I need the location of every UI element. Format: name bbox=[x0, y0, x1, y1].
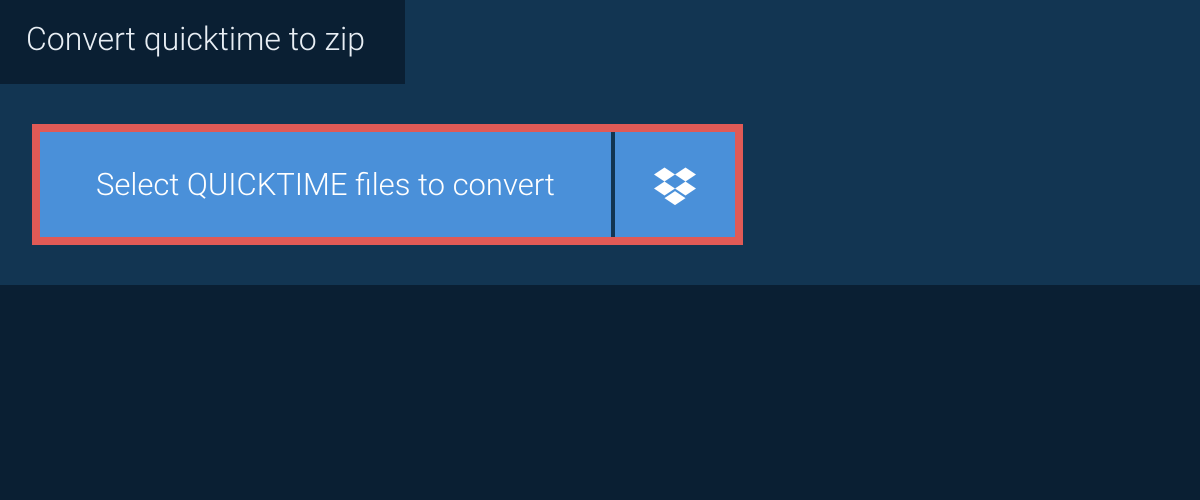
dropbox-button[interactable] bbox=[615, 132, 735, 237]
page-title: Convert quicktime to zip bbox=[0, 0, 405, 84]
select-files-label: Select QUICKTIME files to convert bbox=[96, 166, 555, 203]
main-panel: Convert quicktime to zip Select QUICKTIM… bbox=[0, 0, 1200, 285]
upload-button-group: Select QUICKTIME files to convert bbox=[32, 124, 743, 245]
select-files-button[interactable]: Select QUICKTIME files to convert bbox=[40, 132, 611, 237]
page-title-text: Convert quicktime to zip bbox=[26, 20, 365, 58]
dropbox-icon bbox=[654, 164, 696, 206]
